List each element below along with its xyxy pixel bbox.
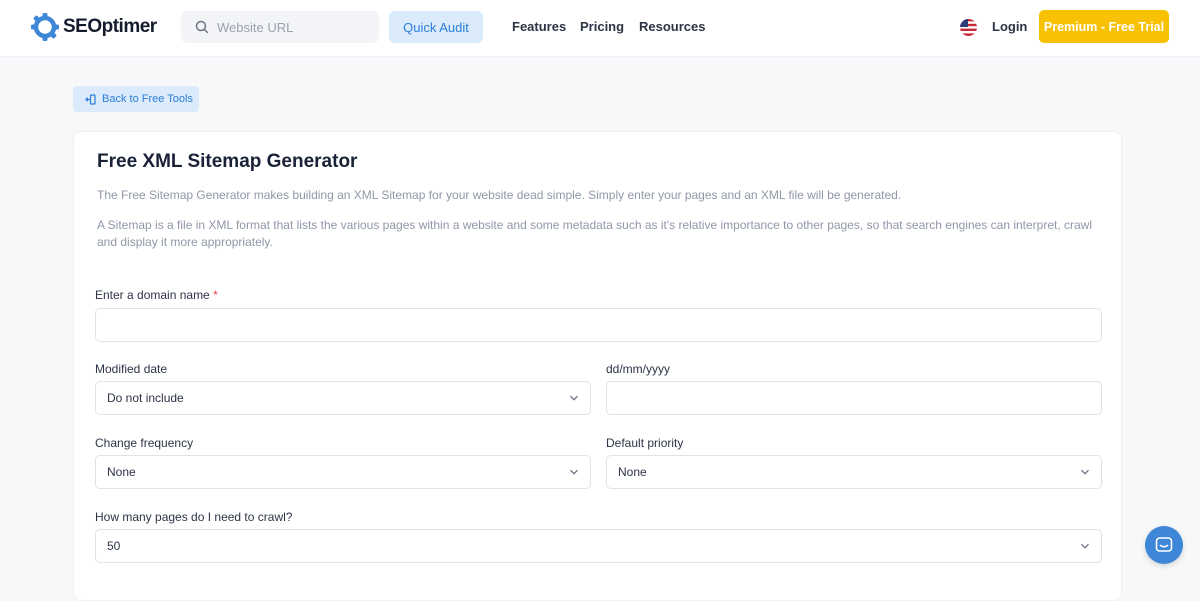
- nav-features[interactable]: Features: [512, 19, 566, 34]
- pages-to-crawl-label: How many pages do I need to crawl?: [95, 510, 293, 524]
- description-intro: The Free Sitemap Generator makes buildin…: [97, 188, 902, 202]
- back-label: Back to Free Tools: [102, 93, 193, 105]
- date-format-label: dd/mm/yyyy: [606, 362, 671, 376]
- chat-icon: [1155, 537, 1173, 552]
- page-title: Free XML Sitemap Generator: [97, 151, 358, 172]
- change-frequency-label: Change frequency: [95, 436, 194, 450]
- premium-free-trial-button[interactable]: Premium - Free Trial: [1039, 10, 1169, 43]
- logo[interactable]: SEOptimer: [29, 10, 157, 44]
- sitemap-generator-card: Free XML Sitemap Generator The Free Site…: [73, 131, 1122, 601]
- change-frequency-select[interactable]: None: [95, 455, 591, 489]
- pages-to-crawl-value: 50: [107, 539, 121, 553]
- back-icon: [85, 93, 96, 105]
- domain-name-input[interactable]: [95, 308, 1102, 342]
- modified-date-value: Do not include: [107, 391, 184, 405]
- required-marker: *: [213, 288, 218, 302]
- pages-to-crawl-select[interactable]: 50: [95, 529, 1102, 563]
- seoptimer-logo-icon: [31, 13, 59, 41]
- default-priority-label: Default priority: [606, 436, 684, 450]
- login-link[interactable]: Login: [992, 19, 1027, 34]
- logo-text: SEOptimer: [63, 16, 157, 37]
- back-to-free-tools-button[interactable]: Back to Free Tools: [73, 86, 199, 112]
- chevron-down-icon: [570, 469, 578, 475]
- default-priority-select[interactable]: None: [606, 455, 1102, 489]
- modified-date-select[interactable]: Do not include: [95, 381, 591, 415]
- domain-label: Enter a domain name *: [95, 288, 218, 302]
- quick-audit-button[interactable]: Quick Audit: [389, 11, 483, 43]
- chat-widget-button[interactable]: [1145, 526, 1183, 564]
- change-frequency-value: None: [107, 465, 136, 479]
- chevron-down-icon: [1081, 469, 1089, 475]
- default-priority-value: None: [618, 465, 647, 479]
- description-detail: A Sitemap is a file in XML format that l…: [97, 218, 1093, 249]
- chevron-down-icon: [1081, 543, 1089, 549]
- nav-pricing[interactable]: Pricing: [580, 19, 624, 34]
- modified-date-input[interactable]: [606, 381, 1102, 415]
- website-url-input[interactable]: [217, 19, 377, 35]
- us-flag-icon[interactable]: [960, 19, 977, 36]
- search-icon: [195, 20, 209, 34]
- chevron-down-icon: [570, 395, 578, 401]
- modified-date-label: Modified date: [95, 362, 168, 376]
- nav-resources[interactable]: Resources: [639, 19, 705, 34]
- top-navigation-bar: SEOptimer Quick Audit Features Pricing R…: [0, 0, 1200, 57]
- search-box[interactable]: [181, 11, 379, 43]
